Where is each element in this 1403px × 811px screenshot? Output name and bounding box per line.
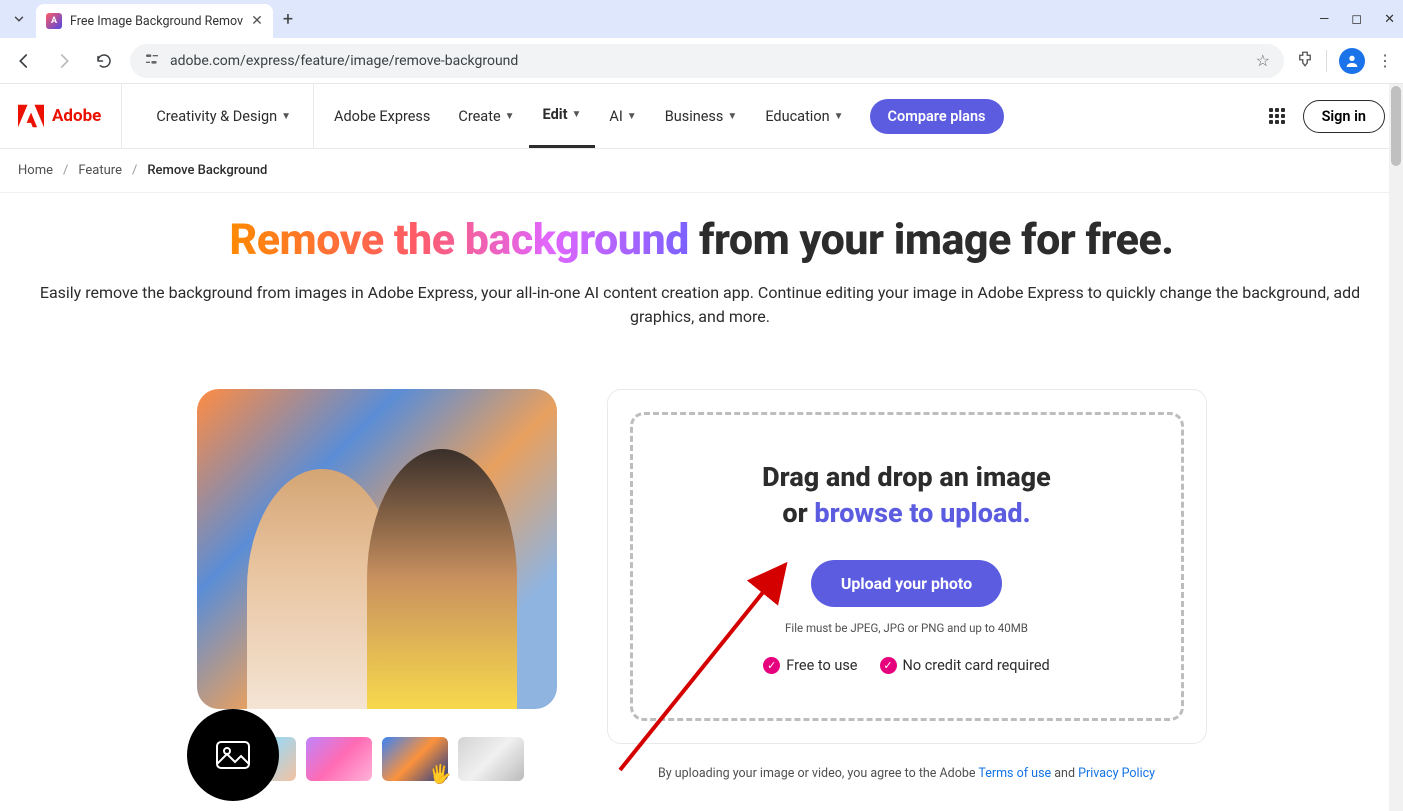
benefit-badges: ✓Free to use ✓No credit card required [663, 657, 1151, 674]
compare-plans-button[interactable]: Compare plans [870, 99, 1004, 134]
app-launcher-icon[interactable] [1269, 108, 1285, 124]
check-icon: ✓ [880, 657, 897, 674]
badge-no-card: ✓No credit card required [880, 657, 1050, 674]
chevron-down-icon: ▼ [727, 111, 737, 122]
browse-link[interactable]: browse to upload. [814, 497, 1030, 529]
adobe-name: Adobe [52, 106, 101, 126]
cursor-icon: 🖐️ [429, 764, 451, 785]
chevron-down-icon [12, 12, 26, 26]
chevron-down-icon: ▼ [627, 111, 637, 122]
breadcrumb: Home / Feature / Remove Background [0, 149, 1403, 193]
separator [1326, 50, 1327, 72]
site-topnav: Adobe Creativity & Design▼ Adobe Express… [0, 84, 1403, 149]
dropzone-title: Drag and drop an image or browse to uplo… [663, 459, 1151, 532]
nav-create[interactable]: Create▼ [444, 84, 528, 148]
browser-menu-icon[interactable]: ⋮ [1377, 51, 1393, 70]
legal-text: By uploading your image or video, you ag… [607, 766, 1207, 781]
thumbnail-option[interactable]: 🖐️ [382, 737, 448, 781]
site-settings-icon[interactable] [144, 51, 160, 70]
forward-button[interactable] [50, 47, 78, 75]
chevron-down-icon: ▼ [281, 111, 291, 122]
page-title: Remove the background from your image fo… [30, 215, 1373, 265]
illustration-person [367, 449, 517, 709]
sign-in-button[interactable]: Sign in [1303, 100, 1385, 133]
person-icon [1344, 53, 1360, 69]
file-requirements: File must be JPEG, JPG or PNG and up to … [663, 621, 1151, 635]
browser-toolbar: adobe.com/express/feature/image/remove-b… [0, 38, 1403, 84]
nav-edit[interactable]: Edit▼ [529, 84, 596, 148]
privacy-link[interactable]: Privacy Policy [1078, 766, 1155, 781]
nav-ai[interactable]: AI▼ [595, 84, 650, 148]
thumbnail-option[interactable] [306, 737, 372, 781]
favicon-icon: A [46, 13, 62, 29]
crumb-home[interactable]: Home [18, 163, 53, 178]
badge-free: ✓Free to use [763, 657, 857, 674]
hero-section: Remove the background from your image fo… [0, 193, 1403, 339]
bookmark-icon[interactable]: ☆ [1256, 51, 1270, 70]
close-tab-icon[interactable]: ✕ [251, 13, 263, 29]
reload-icon [95, 52, 113, 70]
minimize-icon[interactable]: — [1319, 12, 1329, 27]
page-content: Adobe Creativity & Design▼ Adobe Express… [0, 84, 1403, 811]
arrow-left-icon [15, 52, 33, 70]
crumb-separator: / [132, 163, 137, 178]
browser-tab-strip: A Free Image Background Remov ✕ + — ◻ ✕ [0, 0, 1403, 38]
extensions-icon[interactable] [1296, 50, 1314, 72]
profile-button[interactable] [1339, 48, 1365, 74]
image-icon [215, 740, 251, 770]
crumb-feature[interactable]: Feature [78, 163, 122, 178]
dropzone[interactable]: Drag and drop an image or browse to uplo… [630, 412, 1184, 721]
page-scrollbar[interactable] [1389, 84, 1403, 811]
upload-column: Drag and drop an image or browse to uplo… [607, 389, 1207, 781]
address-bar[interactable]: adobe.com/express/feature/image/remove-b… [130, 44, 1284, 78]
new-tab-button[interactable]: + [283, 9, 293, 30]
nav-business[interactable]: Business▼ [651, 84, 752, 148]
chevron-down-icon: ▼ [505, 111, 515, 122]
tab-search-dropdown[interactable] [8, 8, 30, 30]
image-badge [187, 709, 279, 801]
preview-column: 🖐️ [197, 389, 557, 781]
nav-education[interactable]: Education▼ [751, 84, 857, 148]
close-window-icon[interactable]: ✕ [1384, 12, 1395, 27]
terms-link[interactable]: Terms of use [978, 766, 1051, 781]
upload-photo-button[interactable]: Upload your photo [811, 560, 1002, 607]
crumb-separator: / [63, 163, 68, 178]
arrow-right-icon [55, 52, 73, 70]
maximize-icon[interactable]: ◻ [1351, 12, 1362, 27]
chevron-down-icon: ▼ [834, 111, 844, 122]
reload-button[interactable] [90, 47, 118, 75]
scrollbar-thumb[interactable] [1391, 86, 1401, 166]
thumbnail-option[interactable] [458, 737, 524, 781]
back-button[interactable] [10, 47, 38, 75]
chevron-down-icon: ▼ [571, 109, 581, 120]
crumb-current: Remove Background [147, 163, 267, 178]
hero-subtitle: Easily remove the background from images… [30, 281, 1370, 329]
upload-card: Drag and drop an image or browse to uplo… [607, 389, 1207, 744]
nav-creativity-design[interactable]: Creativity & Design▼ [142, 84, 314, 148]
preview-image [197, 389, 557, 709]
tab-title: Free Image Background Remov [70, 14, 243, 29]
adobe-mark-icon [18, 104, 44, 128]
browser-tab[interactable]: A Free Image Background Remov ✕ [36, 4, 273, 38]
nav-adobe-express[interactable]: Adobe Express [320, 84, 444, 148]
window-controls: — ◻ ✕ [1319, 12, 1395, 27]
check-icon: ✓ [763, 657, 780, 674]
url-text: adobe.com/express/feature/image/remove-b… [170, 53, 1246, 69]
adobe-logo[interactable]: Adobe [18, 84, 122, 148]
main-section: 🖐️ Drag and drop an image or browse to u… [0, 339, 1403, 801]
